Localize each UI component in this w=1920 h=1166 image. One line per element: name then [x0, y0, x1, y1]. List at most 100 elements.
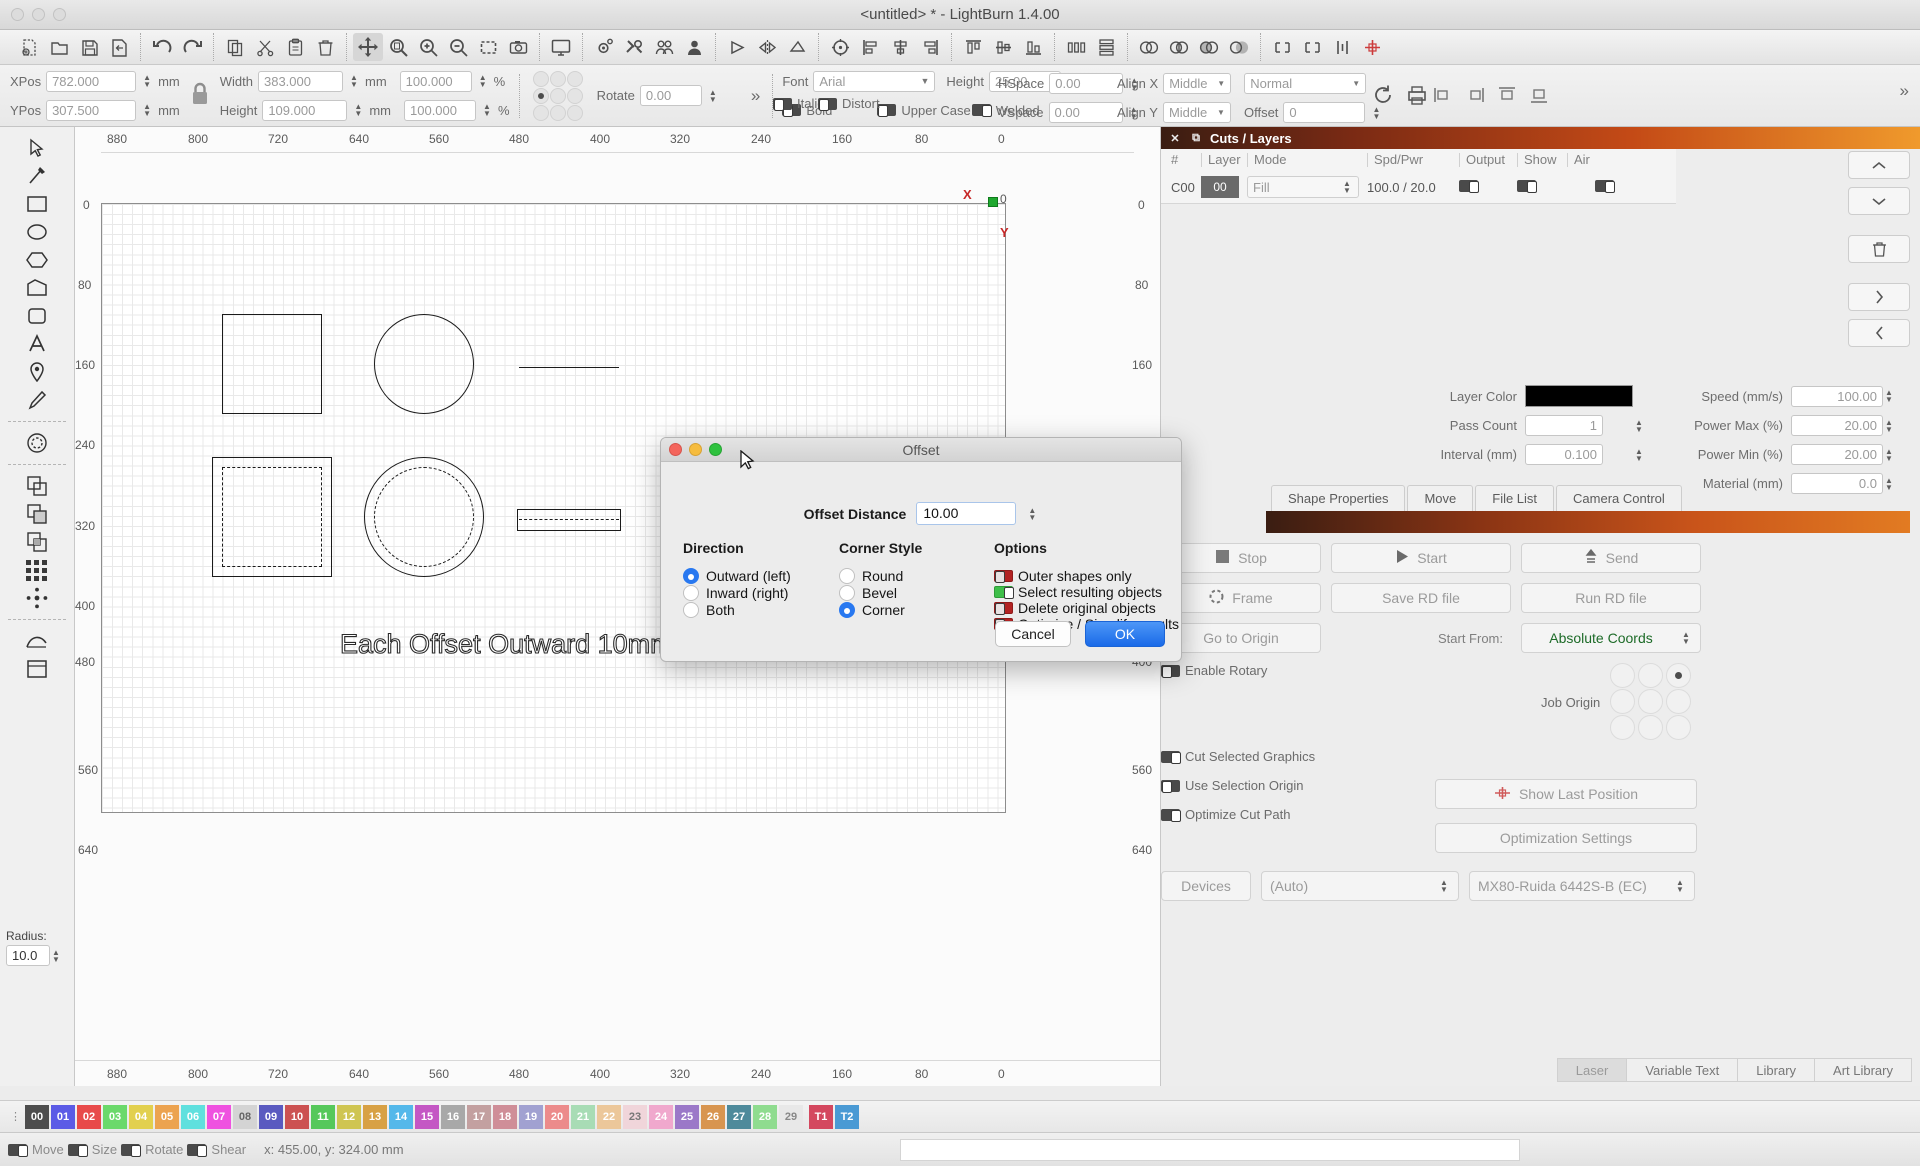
align-center-icon[interactable] — [885, 33, 915, 61]
align-node-right-icon[interactable] — [1460, 81, 1490, 109]
devices-button[interactable]: Devices — [1161, 871, 1251, 901]
user-group-icon[interactable] — [649, 33, 679, 61]
select-tool[interactable] — [20, 135, 54, 161]
height-percent-input[interactable]: 100.000 — [404, 99, 476, 121]
palette-swatch[interactable]: 13 — [363, 1104, 387, 1129]
show-toggle[interactable] — [1517, 179, 1537, 193]
group-icon[interactable] — [1134, 33, 1164, 61]
device-name-select[interactable]: MX80-Ruida 6442S-B (EC) ▲ ▼ — [1469, 871, 1695, 901]
palette-swatch[interactable]: 22 — [597, 1104, 621, 1129]
use-selection-origin-toggle[interactable]: Use Selection Origin — [1161, 778, 1431, 793]
radius-input[interactable]: 10.0 — [6, 945, 50, 966]
job-origin-tl[interactable] — [1610, 663, 1636, 688]
align-right-icon[interactable] — [915, 33, 945, 61]
height-spinner[interactable]: ▲ ▼ — [352, 100, 364, 121]
tab-art-library[interactable]: Art Library — [1814, 1058, 1912, 1082]
zoom-page-icon[interactable] — [383, 33, 413, 61]
open-folder-icon[interactable] — [44, 33, 74, 61]
next-layer-button[interactable] — [1848, 283, 1910, 311]
mode-select[interactable]: Fill ▲ ▼ — [1247, 176, 1359, 198]
palette-swatch[interactable]: 02 — [77, 1104, 101, 1129]
size-toggle[interactable]: Size — [67, 1142, 117, 1157]
palette-swatch[interactable]: 19 — [519, 1104, 543, 1129]
float-window-icon[interactable]: ⧉ — [1189, 131, 1203, 145]
palette-swatch[interactable]: 26 — [701, 1104, 725, 1129]
offset-dialog[interactable]: Offset Offset Distance 10.00 ▲ ▼ Directio… — [660, 437, 1182, 662]
align-node-bottom-icon[interactable] — [1524, 81, 1554, 109]
upper-case-toggle[interactable]: Upper Case — [877, 103, 971, 118]
device-auto-select[interactable]: (Auto) ▲ ▼ — [1261, 871, 1459, 901]
move-toggle[interactable]: Move — [8, 1142, 64, 1157]
distribute-v-icon[interactable] — [1091, 33, 1121, 61]
rotate-switch[interactable] — [121, 1143, 142, 1157]
palette-swatch[interactable]: 04 — [129, 1104, 153, 1129]
job-origin-bc[interactable] — [1638, 715, 1664, 740]
monitor-icon[interactable] — [546, 33, 576, 61]
circular-array-tool[interactable] — [20, 585, 54, 611]
tab-camera-control[interactable]: Camera Control — [1556, 485, 1682, 511]
italic-toggle[interactable]: Italic — [773, 96, 824, 111]
prev-layer-button[interactable] — [1848, 319, 1910, 347]
align-middle-icon[interactable] — [988, 33, 1018, 61]
width-input[interactable]: 383.000 — [257, 70, 343, 92]
pass-count-input[interactable]: 1 — [1525, 415, 1603, 436]
palette-swatch[interactable]: 25 — [675, 1104, 699, 1129]
move-layer-up-button[interactable] — [1848, 151, 1910, 179]
interval-input[interactable]: 0.100 — [1525, 444, 1603, 465]
material-spinner[interactable]: ▲ ▼ — [1883, 473, 1895, 494]
trace-image-tool[interactable] — [20, 628, 54, 654]
direction-radio-inward[interactable] — [683, 585, 699, 601]
origin-marker[interactable] — [988, 197, 998, 207]
anchor-bottom-center[interactable] — [549, 104, 566, 121]
corner-radio-bevel[interactable] — [839, 585, 855, 601]
shape-circle-solid[interactable] — [374, 314, 474, 414]
palette-swatch[interactable]: 20 — [545, 1104, 569, 1129]
scissors-icon[interactable] — [250, 33, 280, 61]
undo-arrow-icon[interactable] — [147, 33, 177, 61]
height-percent-spinner[interactable]: ▲ ▼ — [481, 100, 493, 121]
boolean-union-tool[interactable] — [20, 473, 54, 499]
shape-line-offset-inner[interactable] — [519, 519, 619, 520]
material-input[interactable]: 0.0 — [1791, 473, 1883, 494]
palette-swatch[interactable]: 06 — [181, 1104, 205, 1129]
clipboard-icon[interactable] — [280, 33, 310, 61]
corner-option-bevel[interactable]: Bevel — [839, 585, 922, 601]
distort-toggle[interactable]: Distort — [818, 96, 880, 111]
job-origin-tc[interactable] — [1638, 663, 1664, 688]
anchor-bottom-left[interactable] — [532, 104, 549, 121]
vspace-input[interactable]: 0.00 — [1048, 102, 1123, 123]
layer-color-value[interactable] — [1525, 385, 1633, 407]
palette-swatch[interactable]: 09 — [259, 1104, 283, 1129]
power-max-input[interactable]: 20.00 — [1791, 415, 1883, 436]
text-offset-input[interactable]: 0 — [1283, 102, 1366, 123]
camera-icon[interactable] — [503, 33, 533, 61]
save-rd-file-button[interactable]: Save RD file — [1331, 583, 1511, 613]
table-row[interactable]: C00 00 Fill ▲ ▼ 100.0 / 20.0 — [1161, 171, 1676, 203]
palette-swatch[interactable]: 21 — [571, 1104, 595, 1129]
xpos-input[interactable]: 782.000 — [46, 70, 137, 92]
corner-option-round[interactable]: Round — [839, 568, 922, 584]
shape-line-offset-outer[interactable] — [517, 509, 621, 531]
power-min-spinner[interactable]: ▲ ▼ — [1883, 444, 1895, 465]
speed-input[interactable]: 100.00 — [1791, 385, 1883, 407]
palette-swatch[interactable]: 14 — [389, 1104, 413, 1129]
distribute-h-icon[interactable] — [1061, 33, 1091, 61]
palette-swatch[interactable]: 24 — [649, 1104, 673, 1129]
upper-case-switch[interactable] — [877, 104, 897, 117]
cut-selected-graphics-toggle[interactable]: Cut Selected Graphics — [1161, 749, 1431, 764]
grid-array-tool[interactable] — [20, 557, 54, 583]
palette-swatch[interactable]: 28 — [753, 1104, 777, 1129]
interval-spinner[interactable]: ▲ ▼ — [1633, 444, 1645, 465]
align-left-icon[interactable] — [855, 33, 885, 61]
start-button[interactable]: Start — [1331, 543, 1511, 573]
direction-radio-outward[interactable] — [683, 568, 699, 584]
boolean-subtract-tool[interactable] — [20, 501, 54, 527]
tab-variable-text[interactable]: Variable Text — [1626, 1058, 1739, 1082]
palette-swatch[interactable]: 15 — [415, 1104, 439, 1129]
run-rd-file-button[interactable]: Run RD file — [1521, 583, 1701, 613]
delete-layer-button[interactable] — [1848, 235, 1910, 263]
font-select[interactable]: Arial ▼ — [813, 70, 936, 92]
optimize-cut-path-toggle[interactable]: Optimize Cut Path — [1161, 807, 1431, 822]
subtract-icon[interactable] — [1224, 33, 1254, 61]
radius-spinner[interactable]: ▲ ▼ — [50, 945, 62, 966]
